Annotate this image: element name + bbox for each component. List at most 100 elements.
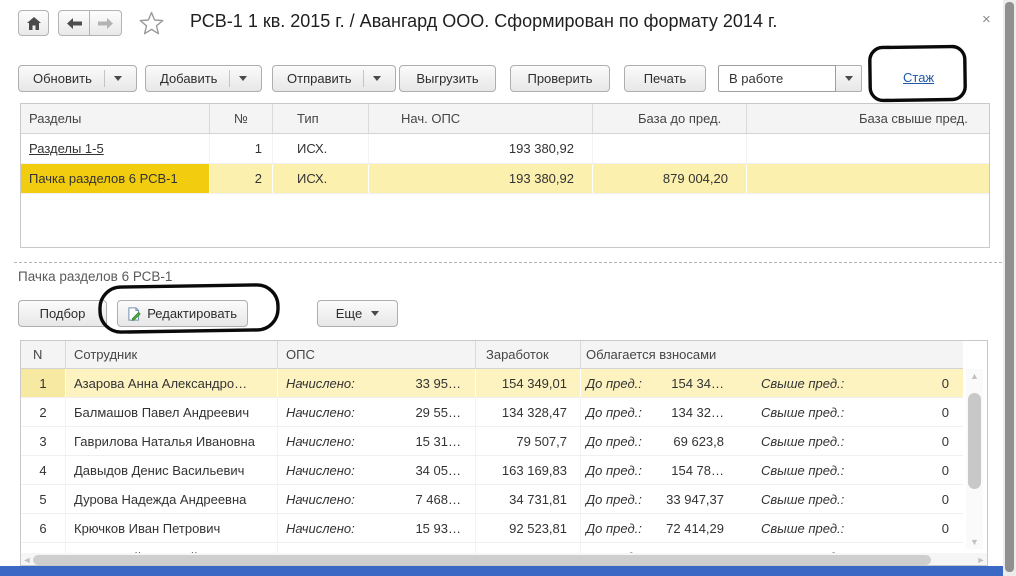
employee-number-cell[interactable]: 4 (21, 456, 66, 484)
scroll-up-icon[interactable]: ▲ (970, 369, 979, 383)
employee-row[interactable]: 3 Гаврилова Наталья Ивановна Начислено: … (21, 427, 963, 456)
window-scrollbar-thumb[interactable] (1005, 2, 1014, 572)
accrued-label: Начислено: (286, 375, 355, 391)
employee-row[interactable]: 5 Дурова Надежда Андреевна Начислено: 7 … (21, 485, 963, 514)
refresh-button[interactable]: Обновить (18, 65, 137, 92)
more-button[interactable]: Еще (317, 300, 398, 327)
employee-ops-cell[interactable]: Начислено: 15 93… (278, 514, 476, 542)
employee-earnings-cell[interactable]: 34 731,81 (476, 485, 581, 513)
employee-number-cell[interactable]: 3 (21, 427, 66, 455)
employee-row[interactable]: 2 Балмашов Павел Андреевич Начислено: 29… (21, 398, 963, 427)
scroll-left-icon[interactable]: ◄ (21, 555, 33, 565)
horizontal-scrollbar-thumb[interactable] (33, 555, 931, 565)
check-button[interactable]: Проверить (510, 65, 610, 92)
employees-table-header: N Сотрудник ОПС Заработок Облагается взн… (21, 341, 963, 369)
nav-history-group (58, 10, 122, 36)
employee-taxable-cell[interactable]: До пред.: 154 34… Свыше пред.: 0 (581, 369, 963, 397)
section-ops-cell[interactable]: 193 380,92 (369, 134, 593, 163)
section-base-over-cell[interactable] (747, 164, 989, 193)
employee-name-cell[interactable]: Гаврилова Наталья Ивановна (66, 427, 278, 455)
send-button-label: Отправить (287, 71, 352, 86)
section-name-cell[interactable]: Разделы 1-5 (21, 134, 210, 163)
section-base-under-cell[interactable] (593, 134, 747, 163)
employee-ops-cell[interactable]: Начислено: 29 55… (278, 398, 476, 426)
under-limit-value: 72 414,29 (666, 520, 724, 536)
employee-ops-cell[interactable]: Начислено: 34 05… (278, 456, 476, 484)
section-number-cell[interactable]: 1 (210, 134, 273, 163)
column-header-employee[interactable]: Сотрудник (66, 341, 278, 368)
back-button[interactable] (58, 10, 90, 36)
employee-ops-cell[interactable]: Начислено: 15 31… (278, 427, 476, 455)
employees-table-body: 1 Азарова Анна Александро… Начислено: 33… (21, 369, 963, 565)
employee-taxable-cell[interactable]: До пред.: 72 414,29 Свыше пред.: 0 (581, 514, 963, 542)
table-row[interactable]: Разделы 1-5 1 ИСХ. 193 380,92 (21, 134, 989, 164)
column-header-number[interactable]: № (210, 104, 273, 133)
employee-earnings-cell[interactable]: 134 328,47 (476, 398, 581, 426)
pick-button[interactable]: Подбор (18, 300, 107, 327)
employee-number-cell[interactable]: 6 (21, 514, 66, 542)
column-header-taxable[interactable]: Облагается взносами (581, 341, 963, 368)
send-button[interactable]: Отправить (272, 65, 397, 92)
vertical-scrollbar-thumb[interactable] (968, 393, 981, 489)
employee-name-cell[interactable]: Дурова Надежда Андреевна (66, 485, 278, 513)
column-header-base-over[interactable]: База свыше пред. (747, 104, 989, 133)
employee-earnings-cell[interactable]: 154 349,01 (476, 369, 581, 397)
over-limit-value: 0 (941, 462, 949, 478)
under-limit-label: До пред.: (586, 433, 642, 449)
close-button[interactable]: × (982, 12, 991, 27)
table-row[interactable]: Пачка разделов 6 РСВ-1 2 ИСХ. 193 380,92… (21, 164, 989, 194)
section-base-over-cell[interactable] (747, 134, 989, 163)
experience-link[interactable]: Стаж (903, 70, 934, 85)
column-header-ops[interactable]: ОПС (278, 341, 476, 368)
employee-taxable-cell[interactable]: До пред.: 33 947,37 Свыше пред.: 0 (581, 485, 963, 513)
column-header-earnings[interactable]: Заработок (476, 341, 581, 368)
status-select[interactable]: В работе (718, 65, 836, 92)
employee-earnings-cell[interactable]: 163 169,83 (476, 456, 581, 484)
column-header-ops[interactable]: Нач. ОПС (369, 104, 593, 133)
section-ops-cell[interactable]: 193 380,92 (369, 164, 593, 193)
employee-taxable-cell[interactable]: До пред.: 69 623,8 Свыше пред.: 0 (581, 427, 963, 455)
section-base-under-cell[interactable]: 879 004,20 (593, 164, 747, 193)
employee-name-cell[interactable]: Крючков Иван Петрович (66, 514, 278, 542)
employee-row[interactable]: 6 Крючков Иван Петрович Начислено: 15 93… (21, 514, 963, 543)
home-button[interactable] (18, 10, 49, 36)
employee-ops-cell[interactable]: Начислено: 7 468… (278, 485, 476, 513)
column-header-sections[interactable]: Разделы (21, 104, 210, 133)
more-button-label: Еще (335, 306, 363, 321)
employee-number-cell[interactable]: 2 (21, 398, 66, 426)
employee-ops-cell[interactable]: Начислено: 33 95… (278, 369, 476, 397)
under-limit-label: До пред.: (586, 520, 642, 536)
employee-taxable-cell[interactable]: До пред.: 154 78… Свыше пред.: 0 (581, 456, 963, 484)
print-button[interactable]: Печать (624, 65, 706, 92)
window-scrollbar[interactable] (1003, 0, 1016, 576)
employee-earnings-cell[interactable]: 92 523,81 (476, 514, 581, 542)
section-type-cell[interactable]: ИСХ. (273, 164, 369, 193)
employee-name-cell[interactable]: Давыдов Денис Васильевич (66, 456, 278, 484)
status-select-arrow-button[interactable] (836, 65, 862, 92)
column-header-type[interactable]: Тип (273, 104, 369, 133)
employee-row[interactable]: 1 Азарова Анна Александро… Начислено: 33… (21, 369, 963, 398)
split-separator (229, 70, 231, 87)
employee-name-cell[interactable]: Азарова Анна Александро… (66, 369, 278, 397)
column-header-n[interactable]: N (21, 341, 66, 368)
column-header-base-under[interactable]: База до пред. (593, 104, 747, 133)
employee-number-cell[interactable]: 1 (21, 369, 66, 397)
forward-button[interactable] (90, 10, 122, 36)
scroll-down-icon[interactable]: ▼ (970, 535, 979, 549)
horizontal-scrollbar[interactable]: ◄ ► (21, 553, 987, 565)
employee-earnings-cell[interactable]: 79 507,7 (476, 427, 581, 455)
employee-row[interactable]: 4 Давыдов Денис Васильевич Начислено: 34… (21, 456, 963, 485)
section-type-cell[interactable]: ИСХ. (273, 134, 369, 163)
export-button[interactable]: Выгрузить (399, 65, 496, 92)
section-number-cell[interactable]: 2 (210, 164, 273, 193)
scroll-right-icon[interactable]: ► (975, 555, 987, 565)
add-button[interactable]: Добавить (145, 65, 263, 92)
employee-number-cell[interactable]: 5 (21, 485, 66, 513)
employee-name-cell[interactable]: Балмашов Павел Андреевич (66, 398, 278, 426)
employee-taxable-cell[interactable]: До пред.: 134 32… Свыше пред.: 0 (581, 398, 963, 426)
vertical-scrollbar[interactable]: ▲ ▼ (966, 369, 983, 549)
home-icon (26, 16, 41, 30)
section-name-cell[interactable]: Пачка разделов 6 РСВ-1 (21, 164, 210, 193)
favorite-star-button[interactable] (139, 11, 164, 35)
edit-button[interactable]: Редактировать (117, 300, 248, 327)
